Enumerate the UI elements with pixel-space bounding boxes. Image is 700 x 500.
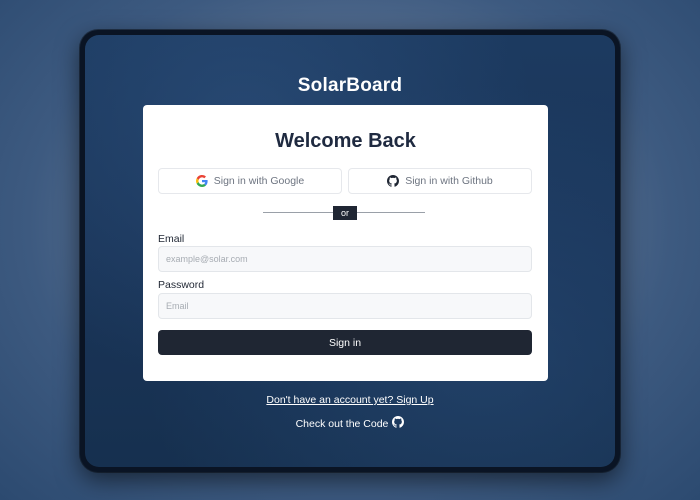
signup-link[interactable]: Don't have an account yet? Sign Up: [85, 394, 615, 406]
code-link-label: Check out the Code: [295, 417, 389, 430]
sign-in-button[interactable]: Sign in: [158, 330, 532, 355]
password-label: Password: [158, 279, 205, 291]
login-card: Welcome Back Sign in with Google Sign in…: [143, 105, 548, 381]
github-signin-button[interactable]: Sign in with Github: [348, 168, 532, 194]
password-input[interactable]: [158, 293, 532, 319]
email-label: Email: [158, 233, 185, 245]
check-code-link[interactable]: Check out the Code: [85, 416, 615, 431]
login-screen: SolarBoard Welcome Back Sign in with Goo…: [85, 35, 615, 467]
signup-link-label[interactable]: Don't have an account yet? Sign Up: [266, 394, 433, 406]
welcome-heading: Welcome Back: [275, 130, 416, 152]
brand-title: SolarBoard: [297, 75, 403, 96]
google-signin-button[interactable]: Sign in with Google: [158, 168, 342, 194]
google-icon: [195, 175, 208, 187]
google-button-label: Sign in with Google: [213, 175, 305, 187]
github-icon: [387, 175, 400, 187]
github-button-label: Sign in with Github: [405, 175, 493, 187]
divider-or-label: or: [333, 206, 357, 220]
email-input[interactable]: [158, 246, 532, 272]
device-frame: SolarBoard Welcome Back Sign in with Goo…: [80, 30, 620, 472]
github-icon: [392, 416, 405, 431]
